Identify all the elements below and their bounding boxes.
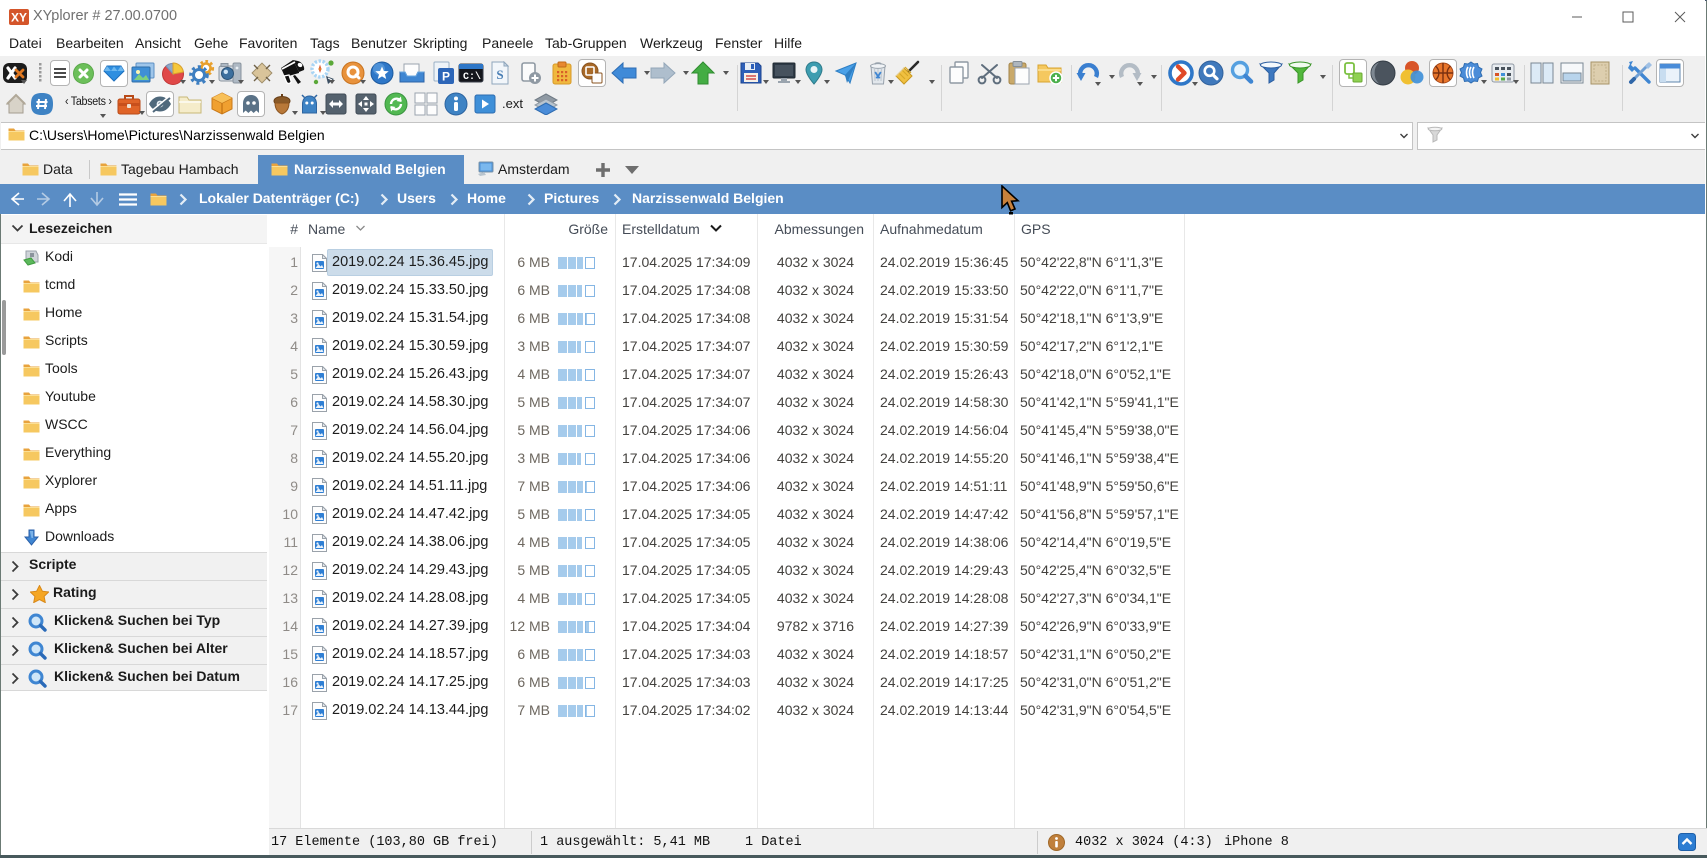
svg-text:XY: XY bbox=[11, 11, 27, 25]
svg-text:S: S bbox=[496, 67, 503, 82]
svg-text:C:\: C:\ bbox=[463, 71, 481, 83]
svg-text:P: P bbox=[442, 70, 450, 84]
